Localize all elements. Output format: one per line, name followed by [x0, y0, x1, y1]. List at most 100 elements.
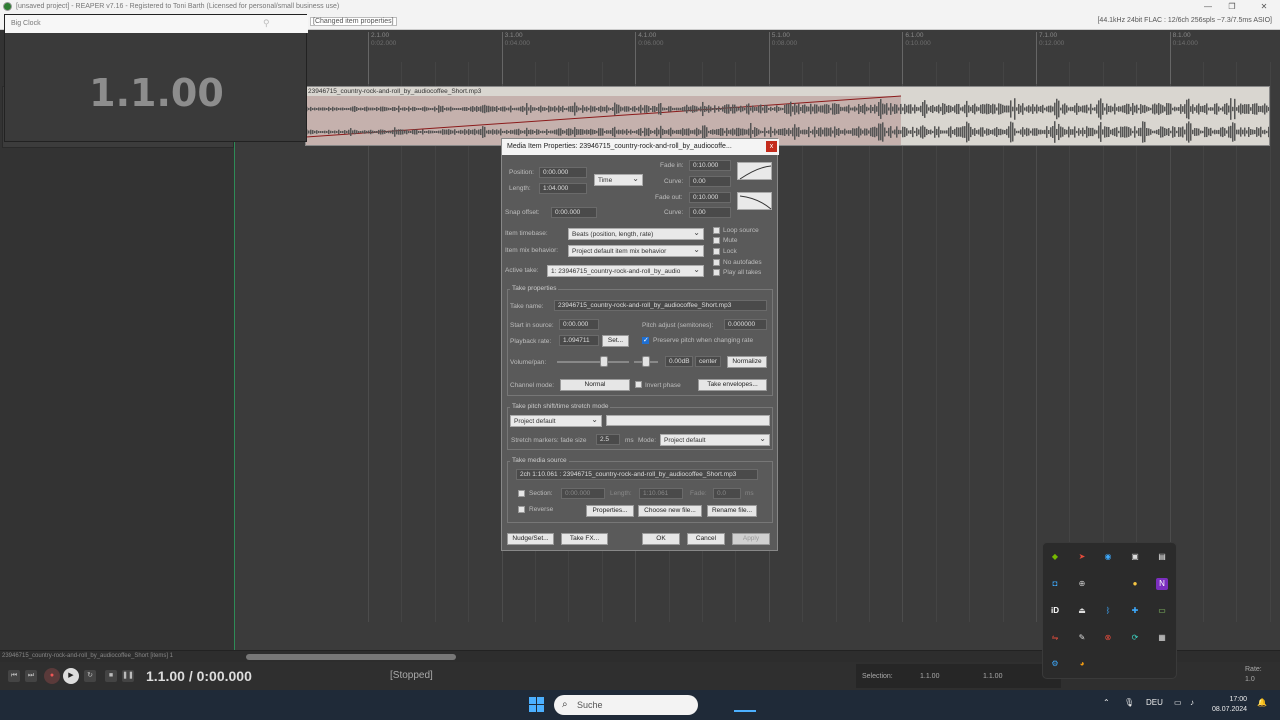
pitch-adjust-field[interactable]: 0.000000 [724, 319, 767, 330]
dialog-titlebar[interactable]: Media Item Properties: 23946715_country-… [502, 139, 779, 155]
fade-out-field[interactable]: 0:10.000 [689, 192, 731, 203]
language-indicator[interactable]: DEU [1146, 698, 1163, 707]
repeat-icon[interactable]: ↻ [84, 670, 96, 682]
play-icon[interactable]: ▶ [63, 668, 79, 684]
snap-offset-field[interactable]: 0:00.000 [551, 207, 597, 218]
take-fx-button[interactable]: Take FX... [561, 533, 608, 545]
fade-in-curve-field[interactable]: 0.00 [689, 176, 731, 187]
sync-icon[interactable]: ⇋ [1049, 632, 1061, 644]
volume-db-field[interactable]: 0.00dB [665, 356, 693, 367]
media-item[interactable]: 23946715_country-rock-and-roll_by_audioc… [305, 86, 1270, 146]
reaper-taskbar-button[interactable] [734, 698, 756, 712]
device-icon[interactable]: ▣ [1129, 551, 1141, 563]
pin-icon[interactable]: ⚲ [263, 18, 270, 29]
big-clock-window[interactable]: Big Clock ⚲ 1.1.00 [4, 14, 308, 142]
choose-new-file-button[interactable]: Choose new file... [638, 505, 702, 517]
message-icon[interactable]: ▭ [1156, 605, 1168, 617]
tray-chevron-icon[interactable]: ⌃ [1103, 698, 1110, 707]
mix-behavior-select[interactable]: Project default item mix behavior [568, 245, 704, 257]
usb-icon[interactable]: ⏏ [1076, 605, 1088, 617]
no-autofades-checkbox[interactable] [713, 259, 720, 266]
stretch-mode-select[interactable]: Project default [510, 415, 602, 427]
id-icon[interactable]: iD [1049, 605, 1061, 617]
shield-icon[interactable]: ⊗ [1102, 632, 1114, 644]
record-icon[interactable]: ● [44, 668, 60, 684]
start-in-source-field[interactable]: 0:00.000 [559, 319, 599, 330]
pen-icon[interactable]: ✎ [1076, 632, 1088, 644]
section-checkbox[interactable] [518, 490, 525, 497]
marker-mode-select[interactable]: Project default [660, 434, 770, 446]
pan-field[interactable]: center [695, 356, 721, 367]
fade-out-shape-button[interactable] [737, 192, 772, 210]
pan-slider-knob[interactable] [642, 356, 650, 367]
fade-in-field[interactable]: 0:10.000 [689, 160, 731, 171]
go-to-start-icon[interactable]: ⏮ [8, 670, 20, 682]
take-envelopes-button[interactable]: Take envelopes... [698, 379, 767, 391]
set-rate-button[interactable]: Set... [602, 335, 629, 347]
settings-icon[interactable]: ⚙ [1049, 658, 1061, 670]
big-clock-titlebar[interactable]: Big Clock ⚲ [5, 15, 308, 33]
display-icon[interactable]: ▦ [1156, 632, 1168, 644]
loop-source-checkbox[interactable] [713, 227, 720, 234]
calculator-icon[interactable]: ▤ [1156, 551, 1168, 563]
position-field[interactable]: 0:00.000 [539, 167, 587, 178]
reverse-checkbox[interactable] [518, 506, 525, 513]
taskbar-clock[interactable]: 17:00 08.07.2024 [1212, 695, 1247, 715]
selection-display[interactable]: Selection: 1.1.00 1.1.00 [856, 664, 1061, 688]
take-name-field[interactable]: 23946715_country-rock-and-roll_by_audioc… [554, 300, 767, 311]
length-field[interactable]: 1:04.000 [539, 183, 587, 194]
microphone-icon[interactable]: 🎙 [1124, 698, 1134, 707]
fade-out-curve-field[interactable]: 0.00 [689, 207, 731, 218]
refresh-icon[interactable]: ⟳ [1129, 632, 1141, 644]
section-fade-field[interactable]: 0.0 [713, 488, 741, 499]
edge-icon[interactable]: ◉ [1102, 551, 1114, 563]
audio-device-status[interactable]: [44.1kHz 24bit FLAC : 12/6ch 256spls ~7.… [1097, 17, 1272, 24]
badge-icon[interactable]: ● [1129, 578, 1141, 590]
dialog-close-button[interactable]: x [766, 141, 777, 152]
invert-phase-checkbox[interactable] [635, 381, 642, 388]
network-icon[interactable]: ⊕ [1076, 578, 1088, 590]
mute-checkbox[interactable] [713, 237, 720, 244]
source-properties-button[interactable]: Properties... [586, 505, 634, 517]
lock-checkbox[interactable] [713, 248, 720, 255]
send-icon[interactable]: ➤ [1076, 551, 1088, 563]
firefox-icon[interactable]: ◕ [1076, 658, 1088, 670]
rename-file-button[interactable]: Rename file... [707, 505, 757, 517]
taskbar-search[interactable]: ⌕ Suche [554, 695, 698, 715]
timebase-select[interactable]: Beats (position, length, rate) [568, 228, 704, 240]
network-tray-icon[interactable]: ▭ [1174, 698, 1182, 707]
nudge-set-button[interactable]: Nudge/Set... [507, 533, 554, 545]
windows-start-icon[interactable] [529, 697, 544, 712]
bluetooth-icon[interactable]: ᛒ [1102, 605, 1114, 617]
cancel-button[interactable]: Cancel [687, 533, 725, 545]
notification-bell-icon[interactable]: 🔔 [1257, 698, 1267, 707]
stretch-submode-field[interactable] [606, 415, 770, 426]
time-format-select[interactable]: Time [594, 174, 643, 186]
close-window-button[interactable]: ✕ [1258, 2, 1270, 12]
fade-in-shape-button[interactable] [737, 162, 772, 180]
nvidia-icon[interactable]: ◆ [1049, 551, 1061, 563]
pause-icon[interactable]: ❚❚ [122, 670, 134, 682]
preserve-pitch-checkbox[interactable] [642, 336, 649, 344]
normalize-button[interactable]: Normalize [727, 356, 767, 368]
go-to-end-icon[interactable]: ⏭ [25, 670, 37, 682]
app-icon[interactable]: ✚ [1129, 605, 1141, 617]
defender-icon[interactable]: ◘ [1049, 578, 1061, 590]
play-all-takes-checkbox[interactable] [713, 269, 720, 276]
ok-button[interactable]: OK [642, 533, 680, 545]
playback-rate-field[interactable]: 1.094711 [559, 335, 599, 346]
minimize-button[interactable]: — [1202, 2, 1214, 12]
fade-size-field[interactable]: 2.5 [596, 434, 620, 445]
onenote-icon[interactable]: N [1156, 578, 1168, 590]
volume-icon[interactable]: ♪ [1190, 698, 1194, 707]
scrollbar-thumb[interactable] [246, 654, 456, 660]
section-start-field[interactable]: 0:00.000 [561, 488, 605, 499]
active-take-select[interactable]: 1: 23946715_country-rock-and-roll_by_aud… [547, 265, 704, 277]
section-length-field[interactable]: 1:10.061 [639, 488, 683, 499]
rate-display[interactable]: Rate: 1.0 [1245, 665, 1262, 685]
apply-button[interactable]: Apply [732, 533, 770, 545]
maximize-button[interactable]: ❐ [1226, 2, 1238, 12]
stop-icon[interactable]: ■ [105, 670, 117, 682]
channel-mode-select[interactable]: Normal [560, 379, 630, 391]
source-file-field[interactable]: 2ch 1:10.061 : 23946715_country-rock-and… [516, 469, 758, 480]
